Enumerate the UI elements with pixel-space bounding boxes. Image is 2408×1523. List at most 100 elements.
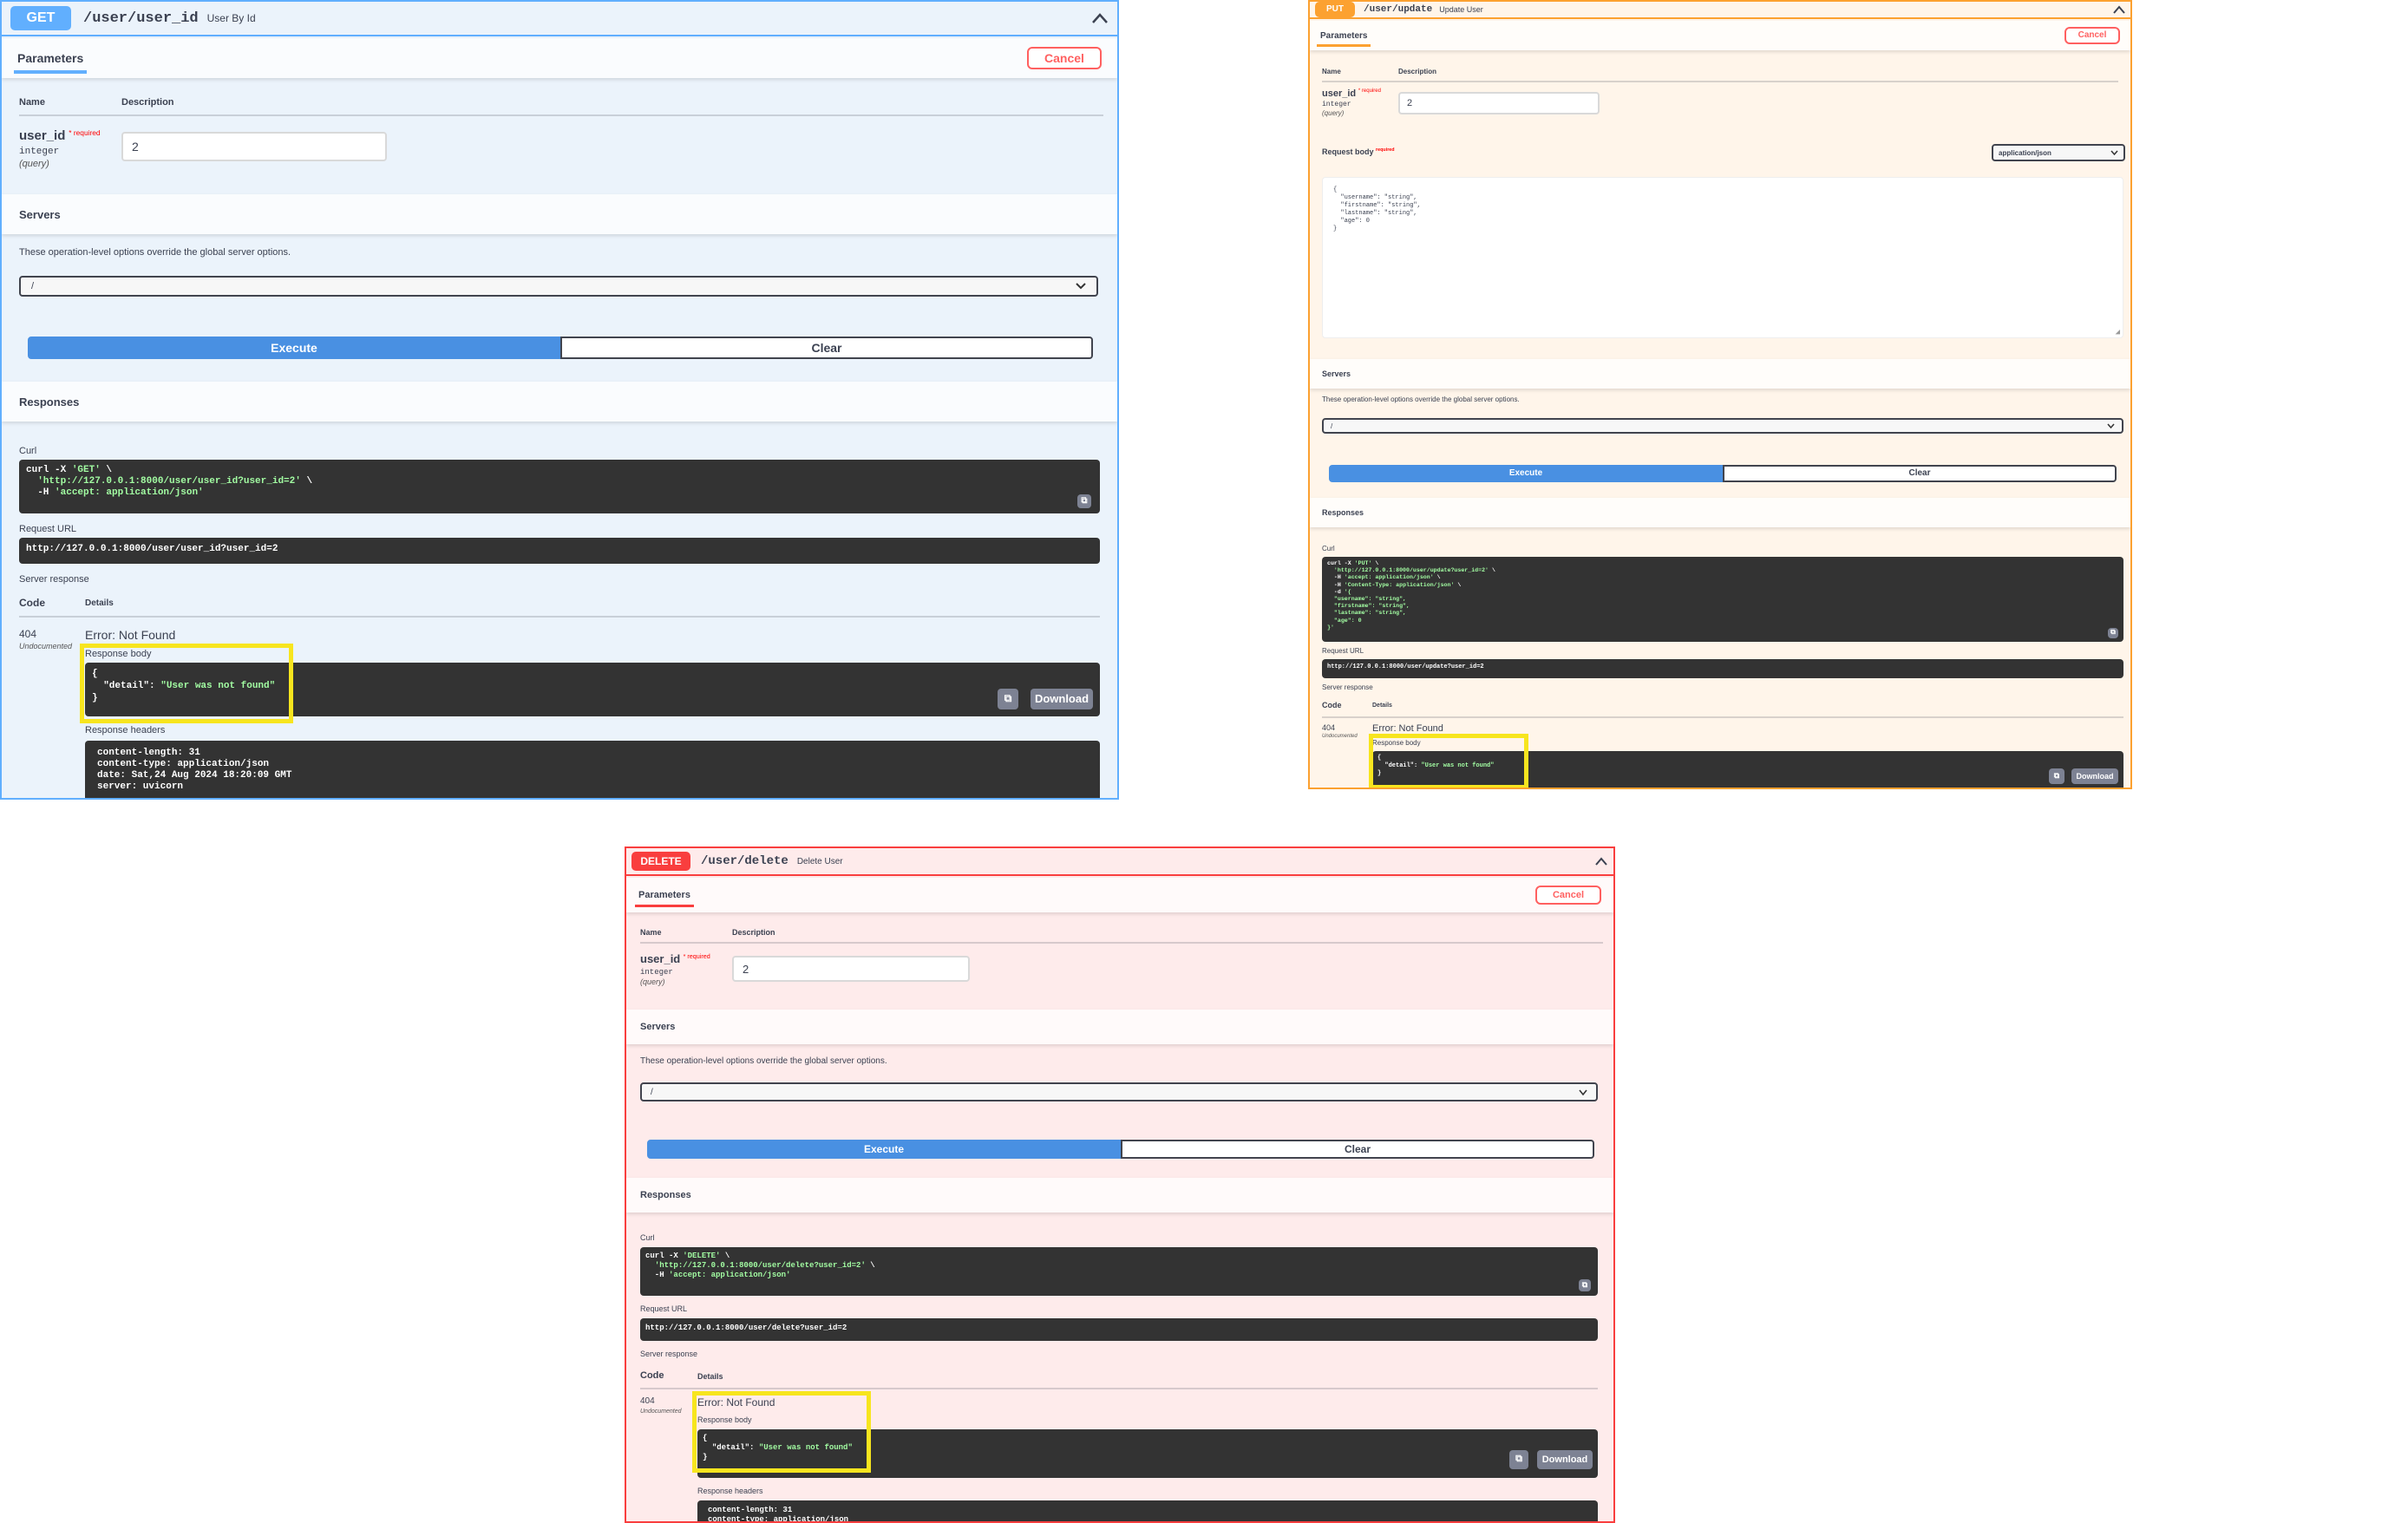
copy-icon[interactable]: ⧉ xyxy=(1579,1279,1591,1291)
servers-title: Servers xyxy=(640,1022,676,1032)
status-note: Undocumented xyxy=(1322,734,1358,739)
servers-note: These operation-level options override t… xyxy=(19,247,291,258)
servers-header: Servers xyxy=(626,1010,1613,1044)
resize-handle-icon[interactable]: ◢ xyxy=(2116,329,2120,337)
responses-title: Responses xyxy=(1322,508,1364,517)
error-text: Error: Not Found xyxy=(85,628,176,642)
servers-note: These operation-level options override t… xyxy=(1322,395,1520,403)
clear-button[interactable]: Clear xyxy=(560,337,1093,359)
code-column-header: Code xyxy=(640,1370,664,1381)
tab-parameters[interactable]: Parameters xyxy=(1316,31,1372,47)
param-user-id: user_id * required integer (query) xyxy=(640,952,710,986)
curl-block: curl -X 'PUT' \ 'http://127.0.0.1:8000/u… xyxy=(1322,557,2123,642)
required-mark: * required xyxy=(683,952,710,960)
cancel-button[interactable]: Cancel xyxy=(1027,47,1102,69)
curl-line: "age": 0 xyxy=(1333,617,1362,624)
curl-label: Curl xyxy=(1322,545,1335,552)
execute-button[interactable]: Execute xyxy=(1329,465,1723,482)
request-url-label: Request URL xyxy=(1322,647,1364,655)
server-response-label: Server response xyxy=(1322,683,1373,691)
request-body-editor[interactable]: { "username": "string", "firstname": "st… xyxy=(1322,177,2123,338)
method-badge-delete: DELETE xyxy=(631,852,690,871)
request-body-line: "age": 0 xyxy=(1333,218,1371,225)
execute-clear-group: Execute Clear xyxy=(28,337,1093,359)
responses-header: Responses xyxy=(626,1178,1613,1213)
get-operation-summary[interactable]: GET /user/user_id User By Id xyxy=(2,2,1117,36)
responses-title: Responses xyxy=(640,1190,691,1200)
cancel-button[interactable]: Cancel xyxy=(1535,886,1601,905)
execute-button[interactable]: Execute xyxy=(647,1140,1121,1159)
curl-line: "firstname": "string", xyxy=(1333,603,1410,610)
curl-line: "lastname": "string", xyxy=(1333,610,1407,617)
request-url-label: Request URL xyxy=(19,524,77,534)
servers-header: Servers xyxy=(2,194,1117,234)
put-operation-summary[interactable]: PUT /user/update Update User xyxy=(1310,2,2130,19)
highlight-box xyxy=(692,1391,871,1473)
required-mark: * required xyxy=(1358,88,1381,94)
operation-summary: User By Id xyxy=(206,12,256,24)
status-code: 404 xyxy=(19,628,37,640)
server-response-label: Server response xyxy=(19,574,89,585)
chevron-up-icon[interactable] xyxy=(2113,5,2125,14)
delete-operation-summary[interactable]: DELETE /user/delete Delete User xyxy=(626,848,1613,876)
copy-icon[interactable]: ⧉ xyxy=(1509,1450,1528,1469)
details-column-header: Details xyxy=(697,1372,723,1381)
request-body-label: Request body required xyxy=(1322,147,1395,156)
server-select[interactable]: / xyxy=(640,1082,1598,1101)
download-button[interactable]: Download xyxy=(1031,689,1093,709)
download-button[interactable]: Download xyxy=(1537,1450,1593,1469)
clear-button[interactable]: Clear xyxy=(1723,465,2117,482)
status-code: 404 xyxy=(640,1396,655,1406)
tab-parameters[interactable]: Parameters xyxy=(635,890,694,907)
operation-summary: Update User xyxy=(1439,5,1483,14)
user-id-input[interactable]: 2 xyxy=(732,956,970,982)
parameters-header: Parameters Cancel xyxy=(2,38,1117,78)
parameters-table-header: Name Description xyxy=(19,97,1103,116)
request-url-box: http://127.0.0.1:8000/user/user_id?user_… xyxy=(19,538,1100,564)
download-button[interactable]: Download xyxy=(2071,768,2118,784)
curl-line: 'http://127.0.0.1:8000/user/update?user_… xyxy=(1333,567,1495,574)
chevron-up-icon[interactable] xyxy=(1594,856,1608,866)
execute-button[interactable]: Execute xyxy=(28,337,560,359)
response-headers-block: content-length: 31 content-type: applica… xyxy=(85,741,1100,798)
user-id-input[interactable]: 2 xyxy=(1398,92,1600,114)
cancel-button[interactable]: Cancel xyxy=(2064,27,2120,44)
param-type: integer xyxy=(19,147,60,157)
request-url-box: http://127.0.0.1:8000/user/update?user_i… xyxy=(1322,659,2123,678)
details-column-header: Details xyxy=(1372,703,1392,709)
get-operation-panel: GET /user/user_id User By Id Parameters … xyxy=(0,0,1119,800)
chevron-up-icon[interactable] xyxy=(1091,12,1109,24)
curl-block: curl -X 'GET' \ 'http://127.0.0.1:8000/u… xyxy=(19,460,1100,513)
operation-path: /user/user_id xyxy=(83,10,199,27)
method-badge-put: PUT xyxy=(1315,2,1355,17)
copy-icon[interactable]: ⧉ xyxy=(998,689,1018,709)
status-code: 404 xyxy=(1322,723,1336,732)
clear-button[interactable]: Clear xyxy=(1121,1140,1594,1159)
curl-block: curl -X 'DELETE' \ 'http://127.0.0.1:800… xyxy=(640,1247,1598,1296)
request-url-label: Request URL xyxy=(640,1304,688,1313)
status-note: Undocumented xyxy=(640,1409,682,1415)
server-select[interactable]: / xyxy=(19,276,1098,297)
curl-line: -H 'accept: application/json' \ xyxy=(1327,574,1441,581)
name-column-header: Name xyxy=(640,928,662,937)
param-type: integer xyxy=(640,968,673,977)
delete-operation-panel: DELETE /user/delete Delete User Paramete… xyxy=(625,846,1615,1523)
execute-clear-group: Execute Clear xyxy=(647,1140,1594,1159)
copy-icon[interactable]: ⧉ xyxy=(1077,494,1091,508)
operation-path: /user/update xyxy=(1364,4,1433,15)
content-type-select[interactable]: application/json xyxy=(1992,144,2125,161)
copy-icon[interactable]: ⧉ xyxy=(2049,768,2064,784)
user-id-input[interactable]: 2 xyxy=(121,132,387,161)
param-location: (query) xyxy=(19,159,49,169)
required-mark: * required xyxy=(69,128,101,137)
server-select[interactable]: / xyxy=(1322,418,2123,434)
highlight-box xyxy=(1369,734,1528,788)
chevron-down-icon xyxy=(1076,283,1086,290)
tab-parameters[interactable]: Parameters xyxy=(13,51,88,74)
response-headers-label: Response headers xyxy=(697,1487,763,1495)
code-column-header: Code xyxy=(19,597,45,609)
responses-title: Responses xyxy=(19,395,80,409)
description-column-header: Description xyxy=(732,928,775,937)
copy-icon[interactable]: ⧉ xyxy=(2108,628,2118,638)
response-divider xyxy=(19,616,1100,618)
